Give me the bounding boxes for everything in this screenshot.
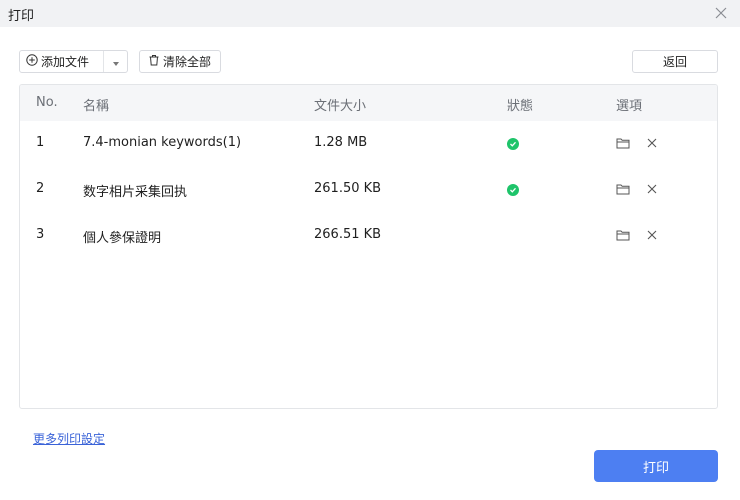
header-no: No. [36,95,58,110]
header-options: 選項 [616,99,643,114]
print-label: 打印 [642,460,669,476]
table-row: 2 数字相片采集回执 261.50 KB [20,167,717,213]
add-file-label: 添加文件 [41,55,90,69]
row-no: 2 [36,181,45,196]
clear-all-label: 清除全部 [163,55,212,69]
row-name: 数字相片采集回执 [83,185,188,200]
row-name: 7.4-monian keywords(1) [83,135,242,150]
table-row: 1 7.4-monian keywords(1) 1.28 MB [20,121,717,167]
check-circle-icon [507,184,519,196]
row-name: 個人參保證明 [83,231,162,246]
delete-icon[interactable] [646,183,658,199]
trash-icon [148,54,160,69]
window-title: 打印 [8,9,35,24]
close-icon[interactable] [710,2,732,24]
table-row: 3 個人參保證明 266.51 KB [20,213,717,259]
add-file-split-button: 添加文件 [19,50,128,73]
print-button[interactable]: 打印 [594,450,718,482]
folder-icon[interactable] [616,137,630,153]
table-header: No. 名稱 文件大小 狀態 選項 [20,85,717,121]
title-bar: 打印 [0,0,740,27]
header-name: 名稱 [83,99,110,114]
header-status: 狀態 [507,99,534,114]
back-label: 返回 [662,55,687,69]
delete-icon[interactable] [646,137,658,153]
add-file-button[interactable]: 添加文件 [20,51,105,72]
row-no: 3 [36,227,45,242]
row-size: 261.50 KB [314,181,382,196]
folder-icon[interactable] [616,229,630,245]
folder-icon[interactable] [616,183,630,199]
more-print-settings-link[interactable]: 更多列印設定 [33,430,105,447]
row-size: 266.51 KB [314,227,382,242]
caret-down-icon [112,55,119,69]
back-button[interactable]: 返回 [632,50,718,73]
header-size: 文件大小 [314,99,367,114]
file-list-panel: No. 名稱 文件大小 狀態 選項 1 7.4-monian keywords(… [19,84,718,409]
row-no: 1 [36,135,45,150]
delete-icon[interactable] [646,229,658,245]
row-size: 1.28 MB [314,135,368,150]
clear-all-button[interactable]: 清除全部 [139,50,221,73]
check-circle-icon [507,138,519,150]
add-file-dropdown-button[interactable] [104,51,127,72]
plus-circle-icon [26,54,38,69]
